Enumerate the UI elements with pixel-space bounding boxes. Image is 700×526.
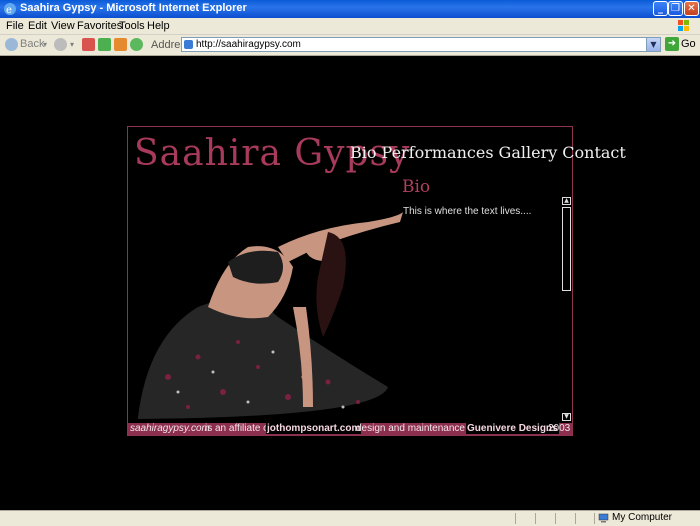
refresh-icon[interactable] [98,38,111,51]
footer-design-text: design and maintenance by [356,423,479,434]
page-viewport: Saahira Gypsy Bio Performances Gallery Cont… [0,56,700,510]
toolbar: Back ▾ ▾ Address ▼ ➜ Go [0,35,700,56]
page-favicon-icon [184,40,193,49]
menu-tools[interactable]: Tools [119,20,145,32]
menu-view[interactable]: View [51,20,75,32]
site-panel: Saahira Gypsy Bio Performances Gallery Cont… [127,126,626,436]
menu-edit[interactable]: Edit [28,20,47,32]
windows-flag-icon [678,20,689,31]
close-icon[interactable]: ✕ [684,1,699,16]
footer-designer-link[interactable]: Guenivere Designs [466,423,559,434]
menu-bar: File Edit View Favorites Tools Help [0,18,700,35]
address-bar[interactable]: ▼ [181,37,661,52]
maximize-icon[interactable]: ❐ [668,1,683,16]
status-zone: My Computer [612,512,673,523]
svg-text:e: e [6,5,12,16]
status-divider [575,513,576,524]
footer-year: 2003 [548,423,571,434]
address-input[interactable] [196,38,636,51]
forward-dropdown-icon[interactable]: ▾ [70,40,74,49]
go-button[interactable]: ➜ Go [665,37,696,52]
nav-bio[interactable]: Bio [350,143,377,162]
title-bar: e Saahira Gypsy - Microsoft Internet Exp… [0,0,700,18]
minimize-icon[interactable]: _ [653,1,668,16]
menu-help[interactable]: Help [147,20,170,32]
go-icon: ➜ [665,37,679,51]
nav-contact[interactable]: Contact [562,143,626,162]
nav-performances[interactable]: Performances [382,143,494,162]
menu-file[interactable]: File [6,20,24,32]
section-title: Bio [402,177,431,197]
footer-domain: saahiragypsy.com [130,423,210,434]
scroll-up-icon[interactable]: ▲ [562,197,571,205]
ie-icon: e [4,3,16,16]
scroll-down-icon[interactable]: ▼ [562,413,571,421]
forward-icon[interactable] [54,38,67,51]
nav-gallery[interactable]: Gallery [499,143,558,162]
dancer-photo [138,212,403,419]
site-nav: Bio Performances Gallery Contact [350,143,631,162]
menu-favorites[interactable]: Favorites [77,20,122,32]
back-button-label[interactable]: Back [20,38,44,50]
go-label: Go [681,38,696,50]
back-icon[interactable] [5,38,18,51]
home-icon[interactable] [114,38,127,51]
status-divider [555,513,556,524]
body-text: This is where the text lives.... [403,206,532,217]
footer-affiliate-link[interactable]: jothompsonart.com [266,423,362,434]
scroll-track[interactable] [562,207,571,291]
status-divider [594,513,595,524]
site-footer: saahiragypsy.com is an affiliate of joth… [128,423,572,435]
computer-icon [598,513,609,523]
status-bar: My Computer [0,510,700,526]
address-dropdown-icon[interactable]: ▼ [646,38,660,51]
page-icon[interactable] [130,38,143,51]
footer-affiliate-text: is an affiliate of [205,423,272,434]
status-divider [535,513,536,524]
stop-icon[interactable] [82,38,95,51]
back-dropdown-icon[interactable]: ▾ [43,40,47,49]
status-divider [515,513,516,524]
window-title: Saahira Gypsy - Microsoft Internet Explo… [20,2,247,14]
